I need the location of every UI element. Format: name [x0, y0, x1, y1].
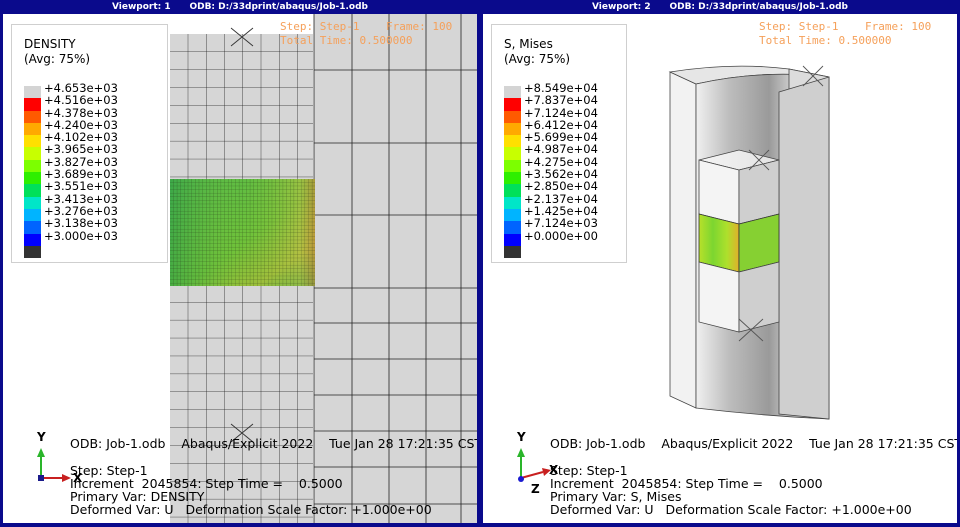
odb-info-line: ODB: Job-1.odb Abaqus/Explicit 2022 Tue …: [550, 436, 957, 451]
legend-value: +0.000e+00: [524, 228, 598, 243]
step-frame-line: Step: Step-1 Frame: 100: [280, 20, 453, 33]
viewport-2-canvas[interactable]: S, Mises (Avg: 75%) +8.549e+04 +7.837e+0…: [483, 14, 957, 523]
density-legend: DENSITY (Avg: 75%) +4.653e+03 +4.516e+03…: [11, 24, 168, 263]
legend-title: S, Mises: [504, 37, 553, 51]
axis-z-label: Z: [531, 482, 540, 496]
viewport-2-title: Viewport: 2 ODB: D:/33dprint/abaqus/Job-…: [591, 2, 848, 12]
legend-averaging: (Avg: 75%): [24, 52, 91, 66]
axis-y-label: Y: [516, 430, 526, 444]
step-frame-text: Step: Step-1 Frame: 100 Total Time: 0.50…: [280, 20, 452, 48]
legend-value: +3.551e+03: [44, 179, 118, 194]
step-frame-line: Step: Step-1 Frame: 100: [759, 20, 932, 33]
legend-averaging: (Avg: 75%): [504, 52, 571, 66]
legend-value: +4.516e+03: [44, 93, 118, 108]
state-block: Step: Step-1 Increment 2045854: Step Tim…: [70, 464, 432, 516]
viewport-1-canvas[interactable]: DENSITY (Avg: 75%) +4.653e+03 +4.516e+03…: [3, 14, 477, 523]
legend-value: +4.987e+04: [524, 142, 598, 157]
viewport-1[interactable]: Viewport: 1 ODB: D:/33dprint/abaqus/Job-…: [0, 0, 480, 527]
total-time-line: Total Time: 0.500000: [759, 34, 892, 47]
mises-legend: S, Mises (Avg: 75%) +8.549e+04 +7.837e+0…: [491, 24, 627, 263]
deformed-var-label: Deformed Var: U Deformation Scale Factor…: [550, 502, 912, 517]
legend-color-bar: [504, 86, 521, 259]
legend-value: +3.138e+03: [44, 216, 118, 231]
state-block: Step: Step-1 Increment 2045854: Step Tim…: [550, 464, 912, 516]
legend-value: +3.000e+03: [44, 228, 118, 243]
legend-title: DENSITY: [24, 37, 76, 51]
viewport-1-title: Viewport: 1 ODB: D:/33dprint/abaqus/Job-…: [111, 2, 368, 12]
deformed-var-label: Deformed Var: U Deformation Scale Factor…: [70, 502, 432, 517]
total-time-line: Total Time: 0.500000: [280, 34, 413, 47]
legend-value: +2.850e+04: [524, 179, 598, 194]
viewport-2[interactable]: Viewport: 2 ODB: D:/33dprint/abaqus/Job-…: [480, 0, 960, 527]
step-frame-text: Step: Step-1 Frame: 100 Total Time: 0.50…: [759, 20, 931, 48]
axis-y-label: Y: [36, 430, 46, 444]
legend-value: +7.124e+03: [524, 216, 598, 231]
legend-labels: +4.653e+03 +4.516e+03 +4.378e+03 +4.240e…: [44, 82, 118, 242]
legend-value: +3.965e+03: [44, 142, 118, 157]
legend-value: +7.837e+04: [524, 93, 598, 108]
legend-labels: +8.549e+04 +7.837e+04 +7.124e+04 +6.412e…: [524, 82, 598, 242]
legend-color-bar: [24, 86, 41, 259]
odb-info-line: ODB: Job-1.odb Abaqus/Explicit 2022 Tue …: [70, 436, 477, 451]
